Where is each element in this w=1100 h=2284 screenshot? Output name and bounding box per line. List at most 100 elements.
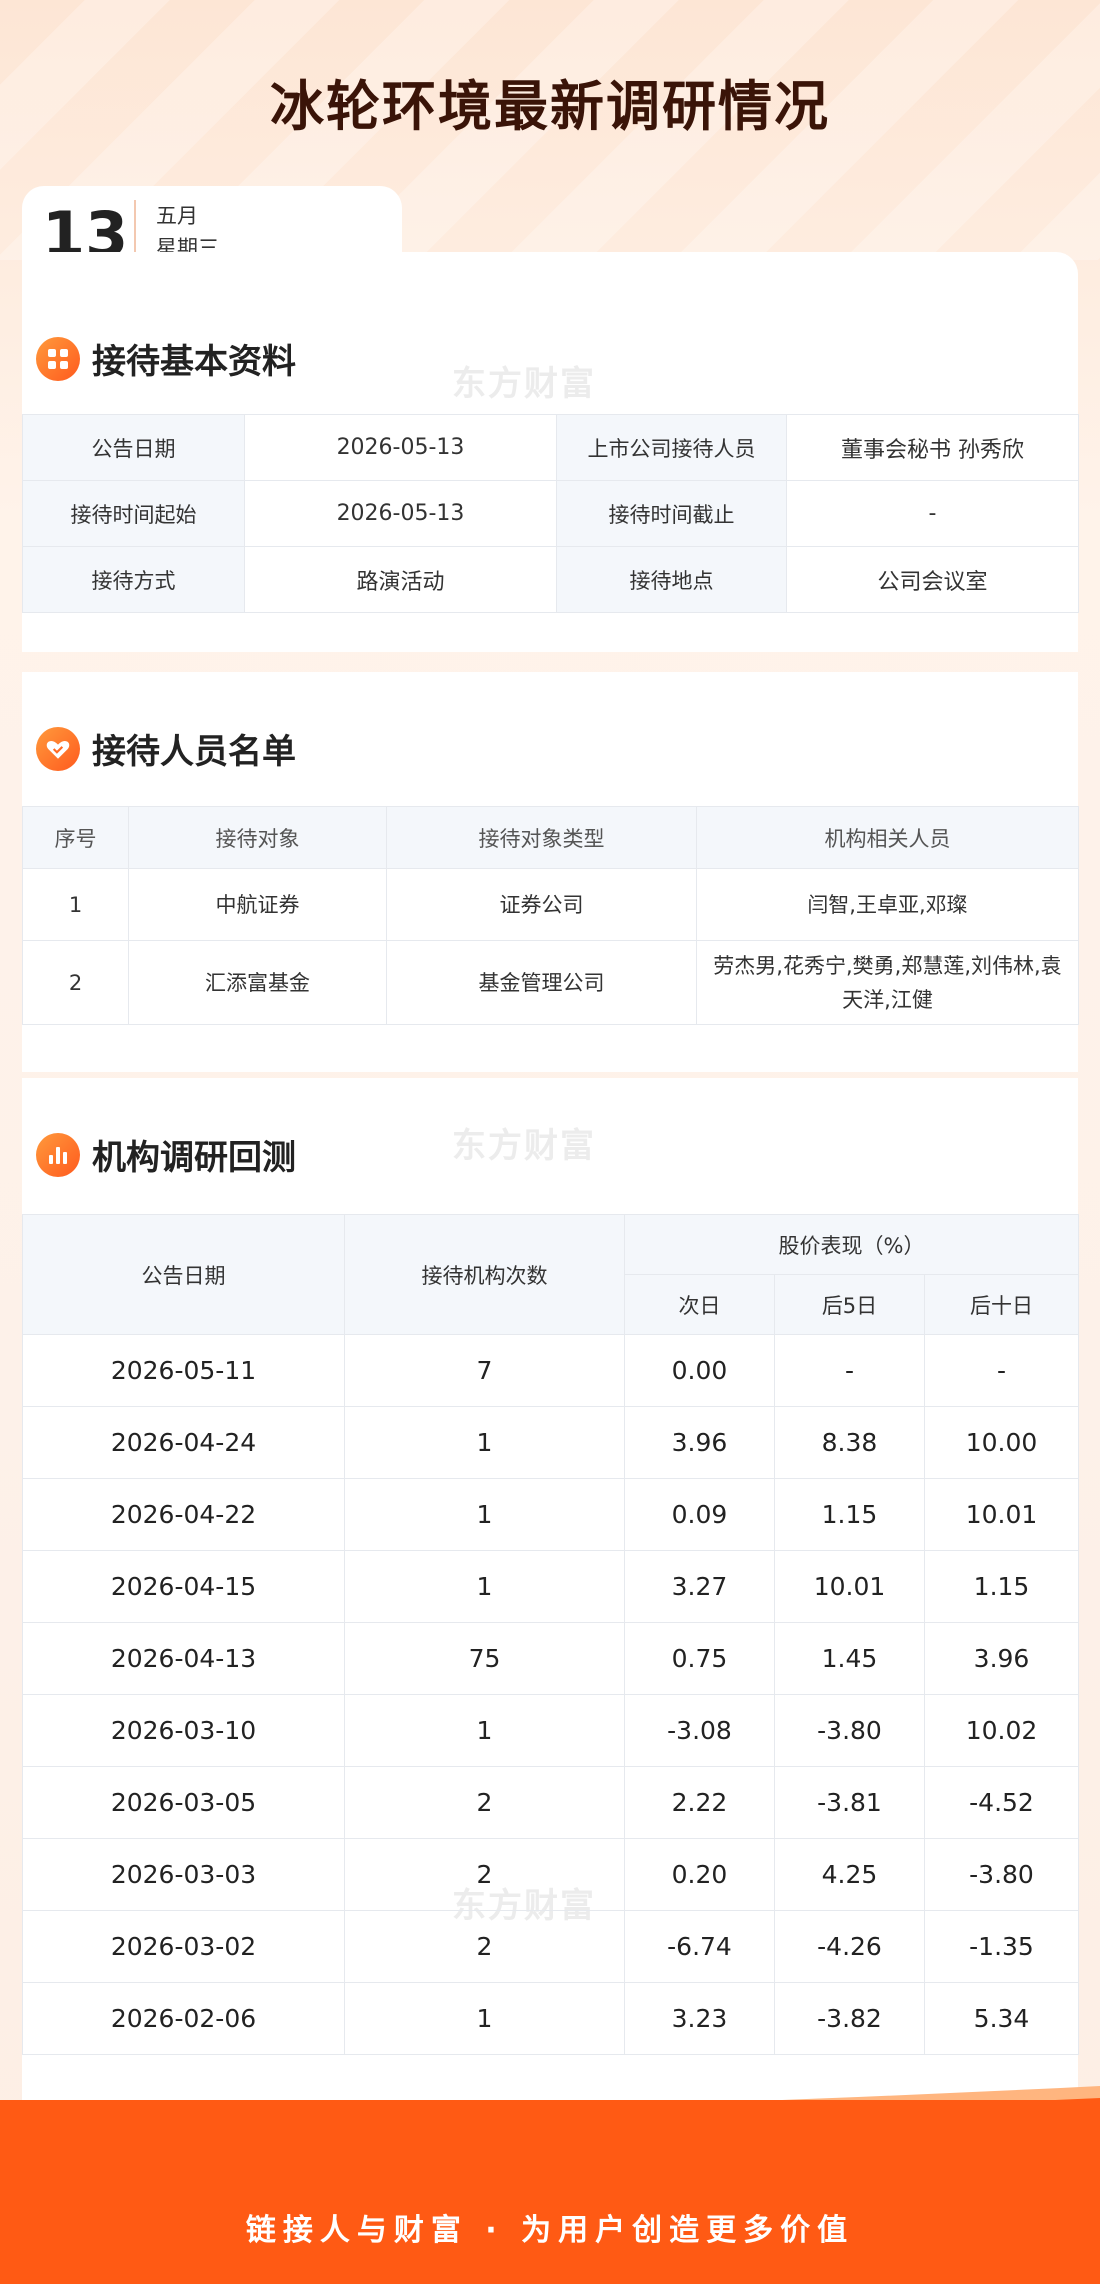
table-row: 2026-03-02 2 -6.74 -4.26 -1.35	[22, 1910, 1080, 1983]
date-cell: 2026-04-22	[22, 1478, 345, 1551]
table-row: 2026-04-15 1 3.27 10.01 1.15	[22, 1550, 1080, 1623]
value-cell: 公司会议室	[786, 546, 1079, 613]
table-row: 公告日期 2026-05-13 上市公司接待人员 董事会秘书 孙秀欣	[22, 414, 1079, 481]
staff-list-header: 接待人员名单	[36, 724, 296, 773]
date-cell: 2026-03-03	[22, 1838, 345, 1911]
column-header-next-day: 次日	[624, 1274, 775, 1335]
index-cell: 1	[22, 868, 129, 941]
ten-day-cell: 3.96	[923, 1622, 1080, 1695]
five-day-cell: -3.82	[774, 1982, 925, 2055]
column-header-count: 接待机构次数	[344, 1214, 625, 1335]
ten-day-cell: 5.34	[923, 1982, 1080, 2055]
five-day-cell: 8.38	[774, 1406, 925, 1479]
people-cell: 劳杰男,花秀宁,樊勇,郑慧莲,刘伟林,袁天洋,江健	[696, 940, 1079, 1025]
column-header-date: 公告日期	[22, 1214, 345, 1335]
column-header-5-day: 后5日	[774, 1274, 925, 1335]
table-header-row: 公告日期 接待机构次数 股价表现（%）	[22, 1214, 1080, 1335]
date-cell: 2026-02-06	[22, 1982, 345, 2055]
ten-day-cell: 10.00	[923, 1406, 1080, 1479]
value-cell: 2026-05-13	[244, 414, 557, 481]
label-cell: 接待时间起始	[22, 480, 245, 547]
backtest-table: 公告日期 接待机构次数 股价表现（%） 次日 后5日 后十日 2026-05-1…	[22, 1214, 1080, 2055]
table-row: 接待时间起始 2026-05-13 接待时间截止 -	[22, 480, 1079, 547]
next-day-cell: 3.27	[624, 1550, 775, 1623]
date-cell: 2026-04-24	[22, 1406, 345, 1479]
label-cell: 接待地点	[556, 546, 787, 613]
label-cell: 接待方式	[22, 546, 245, 613]
value-cell: 路演活动	[244, 546, 557, 613]
type-cell: 证券公司	[386, 868, 697, 941]
table-row: 2026-03-03 2 0.20 4.25 -3.80	[22, 1838, 1080, 1911]
value-cell: 董事会秘书 孙秀欣	[786, 414, 1079, 481]
count-cell: 75	[344, 1622, 625, 1695]
backtest-header: 机构调研回测	[36, 1130, 296, 1179]
grid-icon	[36, 336, 80, 381]
count-cell: 2	[344, 1910, 625, 1983]
column-header-performance: 股价表现（%）	[623, 1214, 1080, 1275]
next-day-cell: 3.23	[624, 1982, 775, 2055]
table-row: 2026-04-24 1 3.96 8.38 10.00	[22, 1406, 1080, 1479]
ten-day-cell: -4.52	[923, 1766, 1080, 1839]
date-month: 五月	[156, 204, 198, 228]
people-cell: 闫智,王卓亚,邓璨	[696, 868, 1079, 941]
heart-hand-icon	[36, 726, 80, 771]
basic-info-title: 接待基本资料	[92, 342, 296, 382]
table-row: 2 汇添富基金 基金管理公司 劳杰男,花秀宁,樊勇,郑慧莲,刘伟林,袁天洋,江健	[22, 940, 1079, 1025]
ten-day-cell: -	[923, 1334, 1080, 1407]
ten-day-cell: -1.35	[923, 1910, 1080, 1983]
index-cell: 2	[22, 940, 129, 1025]
table-row: 2026-03-10 1 -3.08 -3.80 10.02	[22, 1694, 1080, 1767]
next-day-cell: 0.00	[624, 1334, 775, 1407]
next-day-cell: 2.22	[624, 1766, 775, 1839]
date-cell: 2026-05-11	[22, 1334, 345, 1407]
count-cell: 2	[344, 1766, 625, 1839]
five-day-cell: 1.45	[774, 1622, 925, 1695]
table-row: 接待方式 路演活动 接待地点 公司会议室	[22, 546, 1079, 613]
basic-info-header: 接待基本资料	[36, 334, 296, 383]
ten-day-cell: 10.02	[923, 1694, 1080, 1767]
date-cell: 2026-03-05	[22, 1766, 345, 1839]
next-day-cell: 0.75	[624, 1622, 775, 1695]
five-day-cell: 4.25	[774, 1838, 925, 1911]
next-day-cell: 0.20	[624, 1838, 775, 1911]
next-day-cell: -6.74	[624, 1910, 775, 1983]
date-cell: 2026-03-10	[22, 1694, 345, 1767]
date-cell: 2026-04-13	[22, 1622, 345, 1695]
table-row: 1 中航证券 证券公司 闫智,王卓亚,邓璨	[22, 868, 1079, 941]
ten-day-cell: -3.80	[923, 1838, 1080, 1911]
type-cell: 基金管理公司	[386, 940, 697, 1025]
next-day-cell: 3.96	[624, 1406, 775, 1479]
count-cell: 1	[344, 1550, 625, 1623]
backtest-title: 机构调研回测	[92, 1138, 296, 1178]
count-cell: 1	[344, 1694, 625, 1767]
count-cell: 1	[344, 1406, 625, 1479]
basic-info-card: 接待基本资料 东方财富 公告日期 2026-05-13 上市公司接待人员 董事会…	[22, 252, 1079, 652]
count-cell: 2	[344, 1838, 625, 1911]
table-row: 2026-02-06 1 3.23 -3.82 5.34	[22, 1982, 1080, 2055]
backtest-rows: 2026-05-11 7 0.00- -2026-04-24 1 3.96 8.38 10.0…	[22, 1334, 1080, 2055]
value-cell: 2026-05-13	[244, 480, 557, 547]
column-header: 接待对象	[128, 806, 387, 869]
column-header-10-day: 后十日	[923, 1274, 1080, 1335]
bar-chart-icon	[36, 1132, 80, 1177]
date-cell: 2026-03-02	[22, 1910, 345, 1983]
staff-table: 序号 接待对象 接待对象类型 机构相关人员 1 中航证券 证券公司 闫智,王卓亚…	[22, 806, 1079, 1025]
five-day-cell: 1.15	[774, 1478, 925, 1551]
table-row: 2026-03-05 2 2.22 -3.81 -4.52	[22, 1766, 1080, 1839]
table-row: 2026-05-11 7 0.00- -	[22, 1334, 1080, 1407]
table-row: 2026-04-13 75 0.75 1.45 3.96	[22, 1622, 1080, 1695]
label-cell: 接待时间截止	[556, 480, 787, 547]
five-day-cell: -3.81	[774, 1766, 925, 1839]
column-header: 序号	[22, 806, 129, 869]
label-cell: 公告日期	[22, 414, 245, 481]
watermark: 东方财富	[452, 1126, 596, 1166]
table-header-row: 序号 接待对象 接待对象类型 机构相关人员	[22, 806, 1079, 869]
column-header: 接待对象类型	[386, 806, 697, 869]
footer-bar	[0, 2100, 1100, 2284]
five-day-cell: -3.80	[774, 1694, 925, 1767]
org-cell: 汇添富基金	[128, 940, 387, 1025]
ten-day-cell: 10.01	[923, 1478, 1080, 1551]
date-cell: 2026-04-15	[22, 1550, 345, 1623]
staff-list-title: 接待人员名单	[92, 732, 296, 772]
value-cell: -	[786, 480, 1079, 547]
